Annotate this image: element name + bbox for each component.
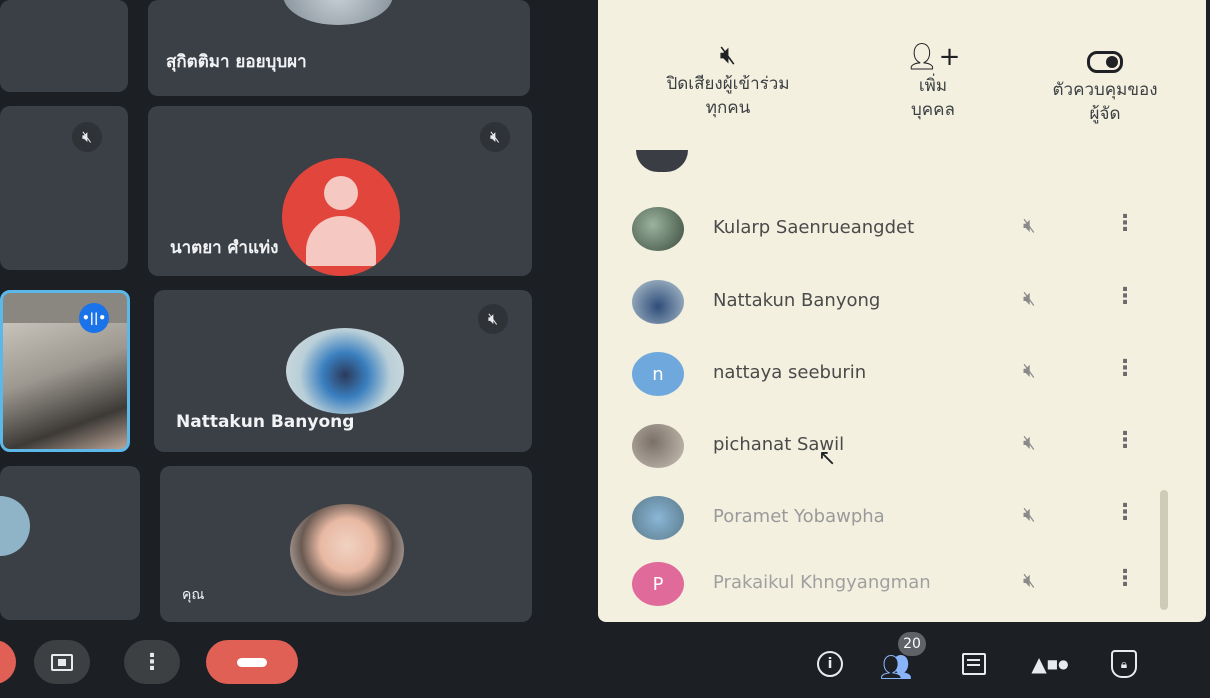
mic-off-icon: 🔇︎ bbox=[1023, 430, 1036, 454]
more-options-icon[interactable]: ⋮ bbox=[1114, 500, 1136, 525]
mic-off-icon: 🔇︎ bbox=[478, 304, 508, 334]
participant-row[interactable]: pichanat Sawil ↖ 🔇︎ ⋮ bbox=[628, 414, 1188, 478]
host-controls-icon[interactable]: 🔒︎ bbox=[1106, 646, 1142, 682]
tile-name: สุกิตติมา ยอยบุบผา bbox=[166, 52, 307, 72]
participant-avatar bbox=[632, 280, 684, 324]
toggle-icon bbox=[1030, 44, 1180, 78]
end-call-button[interactable] bbox=[206, 640, 298, 684]
mic-off-icon: 🔇︎ bbox=[1023, 213, 1036, 237]
hang-up-icon bbox=[237, 657, 267, 667]
participant-name: nattaya seeburin bbox=[713, 362, 867, 383]
participant-name: Prakaikul Khngyangman bbox=[713, 572, 931, 593]
participant-row[interactable]: Poramet Yobawpha 🔇︎ ⋮ bbox=[628, 486, 1188, 550]
mic-off-icon: 🔇︎ bbox=[1023, 358, 1036, 382]
mic-off-icon: 🔇︎ bbox=[480, 122, 510, 152]
participant-avatar bbox=[632, 424, 684, 468]
participant-photo bbox=[286, 328, 404, 414]
default-avatar-icon bbox=[282, 158, 400, 276]
video-feed bbox=[3, 323, 127, 449]
participants-panel: 🔇︎ ปิดเสียงผู้เข้าร่วม ทุกคน 👤︎+ เพิ่ม บ… bbox=[598, 0, 1206, 622]
mic-off-icon: 🔇︎ bbox=[719, 40, 737, 70]
speaking-indicator-icon: •||• bbox=[79, 303, 109, 333]
more-options-icon[interactable]: ⋮ bbox=[1114, 356, 1136, 381]
mic-off-icon: 🔇︎ bbox=[1023, 502, 1036, 526]
more-options-icon[interactable]: ⋮ bbox=[1114, 211, 1136, 236]
participant-avatar bbox=[632, 207, 684, 251]
panel-scrollbar[interactable] bbox=[1160, 490, 1168, 610]
host-controls-label-1: ตัวควบคุมของ bbox=[1052, 80, 1158, 100]
host-controls-button[interactable]: ตัวควบคุมของ ผู้จัด bbox=[1030, 44, 1180, 126]
mic-button[interactable] bbox=[0, 640, 16, 684]
participant-row[interactable]: n nattaya seeburin 🔇︎ ⋮ bbox=[628, 342, 1188, 406]
more-options-icon: ⋮ bbox=[141, 649, 163, 675]
video-tile-nataya[interactable]: 🔇︎ นาตยา ศำแท่ง bbox=[148, 106, 532, 276]
activities-icon[interactable]: ▲ ■● bbox=[1031, 646, 1068, 682]
more-options-icon[interactable]: ⋮ bbox=[1114, 428, 1136, 453]
video-tile-left-4[interactable] bbox=[0, 466, 140, 620]
mic-off-icon: 🔇︎ bbox=[1023, 286, 1036, 310]
add-people-label-1: เพิ่ม bbox=[918, 76, 948, 96]
participant-avatar-initial: P bbox=[632, 562, 684, 606]
present-screen-button[interactable] bbox=[34, 640, 90, 684]
add-person-icon: 👤︎+ bbox=[905, 42, 961, 72]
participant-name: Kularp Saenrueangdet bbox=[713, 217, 915, 238]
mute-all-label-1: ปิดเสียงผู้เข้าร่วม bbox=[666, 74, 790, 94]
participant-photo bbox=[0, 496, 30, 556]
participant-avatar-initial: n bbox=[632, 352, 684, 396]
mic-off-icon: 🔇︎ bbox=[1023, 568, 1036, 592]
video-tile-nattakun[interactable]: 🔇︎ Nattakun Banyong bbox=[154, 290, 532, 452]
video-tile-sukittima[interactable]: สุกิตติมา ยอยบุบผา bbox=[148, 0, 530, 96]
present-screen-icon bbox=[51, 653, 73, 671]
chat-icon[interactable] bbox=[956, 646, 992, 682]
participant-photo bbox=[290, 504, 404, 596]
tile-name: นาตยา ศำแท่ง bbox=[170, 238, 279, 258]
participant-name: Nattakun Banyong bbox=[713, 290, 881, 311]
video-tile-left-2[interactable]: 🔇︎ bbox=[0, 106, 128, 270]
video-tile-top-left[interactable] bbox=[0, 0, 128, 92]
add-people-button[interactable]: 👤︎+ เพิ่ม บุคคล bbox=[888, 40, 978, 122]
participants-count-badge: 20 bbox=[898, 632, 926, 656]
mute-all-button[interactable]: 🔇︎ ปิดเสียงผู้เข้าร่วม ทุกคน bbox=[638, 38, 818, 120]
mute-all-label-2: ทุกคน bbox=[705, 98, 751, 118]
mouse-cursor-icon: ↖ bbox=[818, 446, 837, 471]
participant-photo bbox=[283, 0, 393, 25]
video-tile-speaking[interactable]: •||• bbox=[0, 290, 130, 452]
participant-avatar bbox=[632, 496, 684, 540]
add-people-label-2: บุคคล bbox=[911, 100, 955, 120]
mic-off-icon: 🔇︎ bbox=[72, 122, 102, 152]
participant-row[interactable]: Kularp Saenrueangdet 🔇︎ ⋮ bbox=[628, 197, 1188, 261]
partial-avatar bbox=[636, 150, 688, 172]
meeting-details-icon[interactable]: i bbox=[812, 646, 848, 682]
participant-row[interactable]: Nattakun Banyong 🔇︎ ⋮ bbox=[628, 270, 1188, 334]
tile-name: คุณ bbox=[182, 587, 205, 603]
participant-row[interactable]: P Prakaikul Khngyangman 🔇︎ ⋮ bbox=[628, 552, 1188, 616]
host-controls-label-2: ผู้จัด bbox=[1089, 104, 1121, 124]
more-options-icon[interactable]: ⋮ bbox=[1114, 566, 1136, 591]
video-tile-you[interactable]: คุณ bbox=[160, 466, 532, 622]
more-options-icon[interactable]: ⋮ bbox=[1114, 284, 1136, 309]
tile-name: Nattakun Banyong bbox=[176, 412, 355, 432]
participant-name: Poramet Yobawpha bbox=[713, 506, 885, 527]
more-options-button[interactable]: ⋮ bbox=[124, 640, 180, 684]
